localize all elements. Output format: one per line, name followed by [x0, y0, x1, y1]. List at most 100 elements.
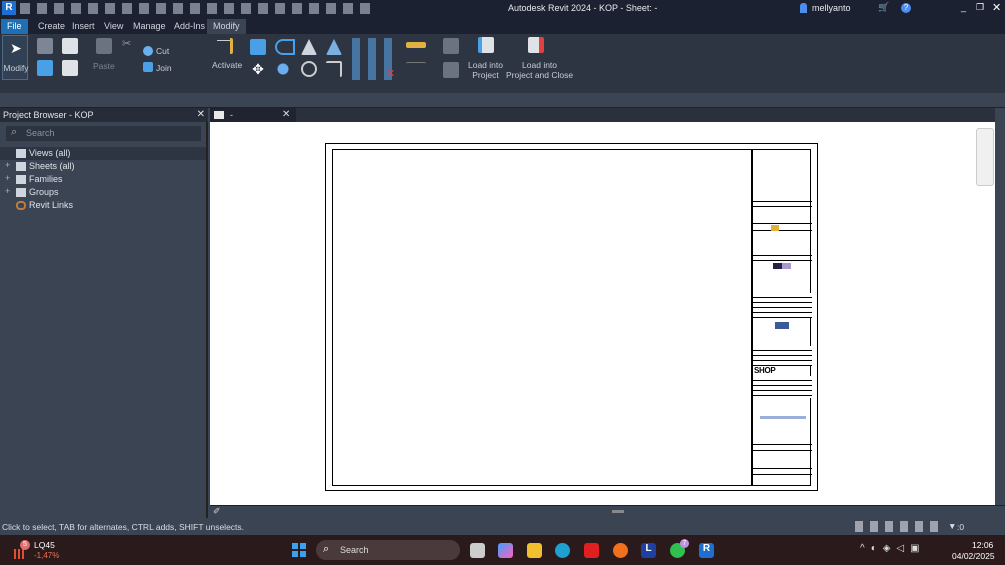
status-message: Click to select, TAB for alternates, CTR…	[2, 522, 245, 532]
copilot-icon[interactable]	[498, 543, 513, 558]
view-cube-navigation[interactable]	[976, 128, 994, 186]
title-bar: R Autodesk Revit 2024 - KOP - Sheet: - m…	[0, 0, 1005, 17]
client-logo	[771, 225, 779, 231]
align-icon[interactable]	[250, 39, 266, 55]
info-table	[753, 346, 812, 366]
edge-icon[interactable]	[555, 543, 570, 558]
quick-access-toolbar[interactable]	[20, 3, 375, 14]
tree-item-sheets[interactable]: + Sheets (all)	[0, 160, 206, 173]
mirror-draw-axis-icon[interactable]	[326, 39, 342, 55]
join-button[interactable]: Join	[156, 63, 172, 73]
title-block: SHOP DRAWING	[751, 149, 812, 486]
windows-taskbar: 5 LQ45 -1,47% ⌕ Search L 7 R ^◐◈◁▣ 12:06…	[0, 535, 1005, 565]
tab-insert[interactable]: Insert	[66, 19, 101, 34]
view-tab[interactable]: - ✕	[210, 108, 296, 122]
type-properties-icon[interactable]	[62, 38, 78, 54]
vertical-scrollbar[interactable]	[995, 122, 1005, 505]
project-browser-title: Project Browser - KOP	[3, 110, 94, 120]
expand-icon[interactable]: +	[5, 160, 10, 170]
create-parts-icon[interactable]	[443, 62, 459, 78]
cut-button[interactable]: Cut	[156, 46, 169, 56]
tree-item-groups[interactable]: + Groups	[0, 186, 206, 199]
horizontal-scrollbar[interactable]	[612, 510, 624, 513]
project-browser-header: Project Browser - KOP ✕	[0, 108, 208, 122]
scale-icon[interactable]: ✐	[213, 506, 221, 517]
revision-table	[753, 376, 812, 398]
family-types-icon[interactable]	[37, 60, 53, 76]
mirror-pick-axis-icon[interactable]	[301, 39, 317, 55]
tray-icons[interactable]: ^◐◈◁▣	[860, 543, 926, 554]
user-icon[interactable]	[800, 3, 807, 13]
tree-item-revit-links[interactable]: Revit Links	[0, 199, 206, 212]
family-category-icon[interactable]	[62, 60, 78, 76]
clock-time[interactable]: 12:06	[972, 540, 993, 550]
task-view-icon[interactable]	[470, 543, 485, 558]
paste-icon[interactable]	[96, 38, 112, 54]
l-app-icon[interactable]: L	[641, 543, 656, 558]
load-into-project-icon[interactable]	[478, 37, 494, 53]
copy-icon[interactable]	[275, 61, 291, 77]
tab-file[interactable]: File	[1, 19, 28, 34]
expand-icon[interactable]: +	[5, 186, 10, 196]
cut-icon[interactable]: ✂	[122, 37, 131, 50]
groups-icon	[16, 188, 26, 197]
start-button[interactable]	[292, 543, 306, 557]
move-icon[interactable]: ✥	[250, 61, 266, 77]
view-tab-bar: - ✕	[210, 108, 995, 122]
expand-icon[interactable]: +	[5, 173, 10, 183]
load-into-project-close-icon[interactable]	[528, 37, 544, 53]
close-project-browser-icon[interactable]: ✕	[197, 109, 205, 120]
create-group-icon[interactable]	[443, 38, 459, 54]
clock-date[interactable]: 04/02/2025	[952, 551, 995, 561]
tab-view[interactable]: View	[98, 19, 129, 34]
offset-icon[interactable]	[275, 39, 295, 55]
minimize-button[interactable]: _	[961, 2, 966, 12]
measure-icon[interactable]	[406, 42, 426, 48]
close-view-icon[interactable]: ✕	[282, 109, 290, 120]
help-icon[interactable]: ?	[901, 3, 911, 13]
tab-modify[interactable]: Modify	[207, 19, 246, 34]
stock-widget[interactable]: 5 LQ45 -1,47%	[12, 539, 72, 563]
tree-item-views[interactable]: Views (all)	[0, 147, 206, 160]
delete-icon[interactable]: ✕	[386, 67, 402, 83]
close-button[interactable]: ✕	[992, 1, 1001, 14]
search-input[interactable]: ⌕ Search	[6, 126, 201, 141]
modify-button[interactable]: ➤ Modify	[2, 35, 29, 80]
project-browser: Project Browser - KOP ✕ ⌕ Search Views (…	[0, 108, 208, 518]
drawing-canvas[interactable]: SHOP DRAWING	[210, 122, 995, 505]
cut-geometry-icon[interactable]	[143, 46, 153, 56]
search-icon: ⌕	[11, 126, 18, 138]
dimension-icon[interactable]	[406, 62, 426, 78]
restore-button[interactable]: ❐	[976, 2, 984, 13]
rotate-icon[interactable]	[301, 61, 317, 77]
user-name[interactable]: mellyanto	[812, 3, 851, 13]
cart-icon[interactable]: 🛒	[878, 2, 889, 13]
selection-filter-icons[interactable]	[855, 521, 945, 532]
file-explorer-icon[interactable]	[527, 543, 542, 558]
stock-badge: 5	[20, 540, 30, 550]
ribbon-tabs: File Create Insert View Manage Add-Ins M…	[0, 17, 1005, 34]
revit-logo-icon[interactable]: R	[2, 1, 16, 15]
view-control-bar: ✐	[210, 505, 1005, 517]
join-geometry-icon[interactable]	[143, 62, 153, 72]
load-into-project-close-button[interactable]: Load into Project and Close	[506, 60, 573, 80]
views-icon	[16, 149, 26, 158]
load-into-project-button[interactable]: Load into Project	[468, 60, 503, 80]
taskbar-search[interactable]: ⌕ Search	[316, 540, 460, 560]
tab-add-ins[interactable]: Add-Ins	[168, 19, 211, 34]
activate-icon[interactable]	[217, 38, 233, 54]
activate-button[interactable]: Activate	[212, 60, 242, 70]
tree-item-families[interactable]: + Families	[0, 173, 206, 186]
sheets-icon	[16, 162, 26, 171]
contractor-logo	[775, 322, 789, 329]
options-bar	[0, 93, 1005, 108]
filter-icon[interactable]: ▼	[948, 521, 956, 531]
trim-extend-icon[interactable]	[326, 61, 342, 77]
tab-manage[interactable]: Manage	[127, 19, 172, 34]
revit-taskbar-icon[interactable]: R	[699, 543, 714, 558]
firefox-icon[interactable]	[613, 543, 628, 558]
consultant-logo	[773, 263, 791, 269]
window-title: Autodesk Revit 2024 - KOP - Sheet: -	[508, 3, 658, 13]
properties-icon[interactable]	[37, 38, 53, 54]
youtube-icon[interactable]	[584, 543, 599, 558]
